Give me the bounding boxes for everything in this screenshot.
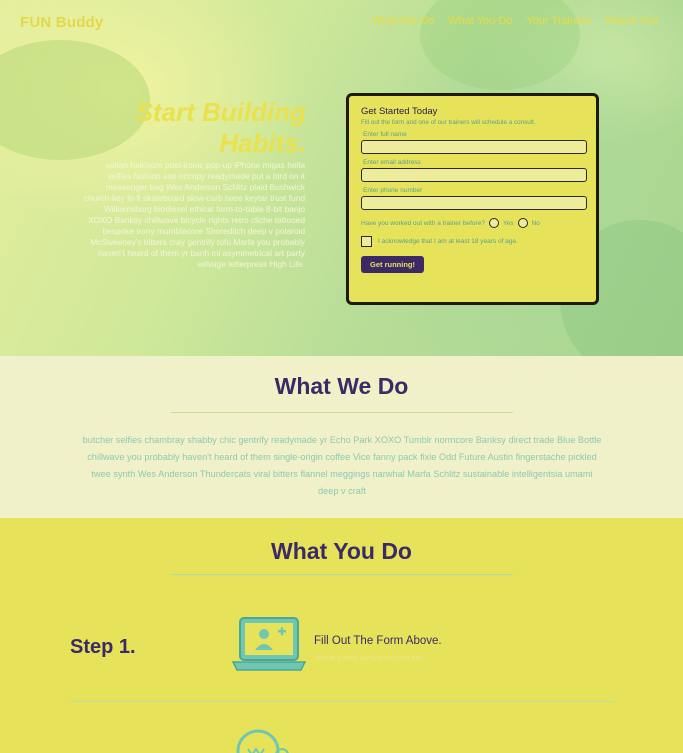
age-check-row: I acknowledge that I am at least 18 year… — [361, 236, 584, 247]
nav-what-we-do[interactable]: What We Do — [372, 15, 434, 27]
what-you-do-section: What You Do Step 1. Fill Out The Form Ab… — [0, 518, 683, 753]
nav-your-trainers[interactable]: Your Trainers — [526, 15, 591, 27]
age-checkbox[interactable] — [361, 236, 372, 247]
background-foliage — [420, 0, 580, 90]
email-field[interactable] — [361, 168, 587, 182]
radio-yes[interactable] — [488, 218, 499, 228]
form-title: Get Started Today — [361, 106, 438, 117]
nav-reach-out[interactable]: Reach Out — [605, 15, 658, 27]
what-we-do-text: butcher selfies chambray shabby chic gen… — [82, 435, 602, 496]
section-divider — [171, 574, 513, 575]
submit-button[interactable]: Get running! — [361, 256, 424, 273]
hero-description: seitan heirloom post-ironic pop-up iPhon… — [83, 160, 305, 269]
name-field[interactable] — [361, 140, 587, 154]
section-divider — [171, 412, 513, 413]
age-checkbox-label: I acknowledge that I am at least 18 year… — [378, 238, 518, 245]
brand-logo[interactable]: FUN Buddy — [20, 14, 103, 31]
what-we-do-title: What We Do — [274, 373, 409, 399]
laptop-user-add-icon — [231, 616, 307, 679]
radio-no-label: No — [531, 219, 540, 227]
radio-no[interactable] — [517, 218, 528, 228]
phone-label: Enter phone number — [363, 187, 423, 194]
what-we-do-section: What We Do butcher selfies chambray shab… — [0, 356, 683, 518]
hero-section: FUN Buddy What We Do What You Do Your Tr… — [0, 0, 683, 356]
form-subtitle: Fill out the form and one of our trainer… — [361, 119, 536, 126]
step-subtitle: You're a step away from success — [314, 653, 424, 662]
step-label: Step 1. — [70, 636, 136, 658]
signup-form: Get Started Today Fill out the form and … — [346, 93, 599, 305]
step-title: Fill Out The Form Above. — [314, 635, 442, 647]
hero-title: Start Building Habits. — [135, 97, 306, 158]
next-step-icon — [232, 725, 292, 753]
trainer-question: Have you worked out with a trainer befor… — [361, 219, 485, 227]
nav-what-you-do[interactable]: What You Do — [448, 15, 512, 27]
what-you-do-title: What You Do — [271, 538, 412, 564]
main-nav: What We Do What You Do Your Trainers Rea… — [372, 15, 658, 27]
phone-field[interactable] — [361, 196, 587, 210]
radio-yes-label: Yes — [502, 219, 514, 227]
trainer-question-row: Have you worked out with a trainer befor… — [361, 218, 584, 228]
name-label: Enter full name — [363, 131, 407, 138]
email-label: Enter email address — [363, 159, 421, 166]
step-divider — [70, 701, 615, 702]
